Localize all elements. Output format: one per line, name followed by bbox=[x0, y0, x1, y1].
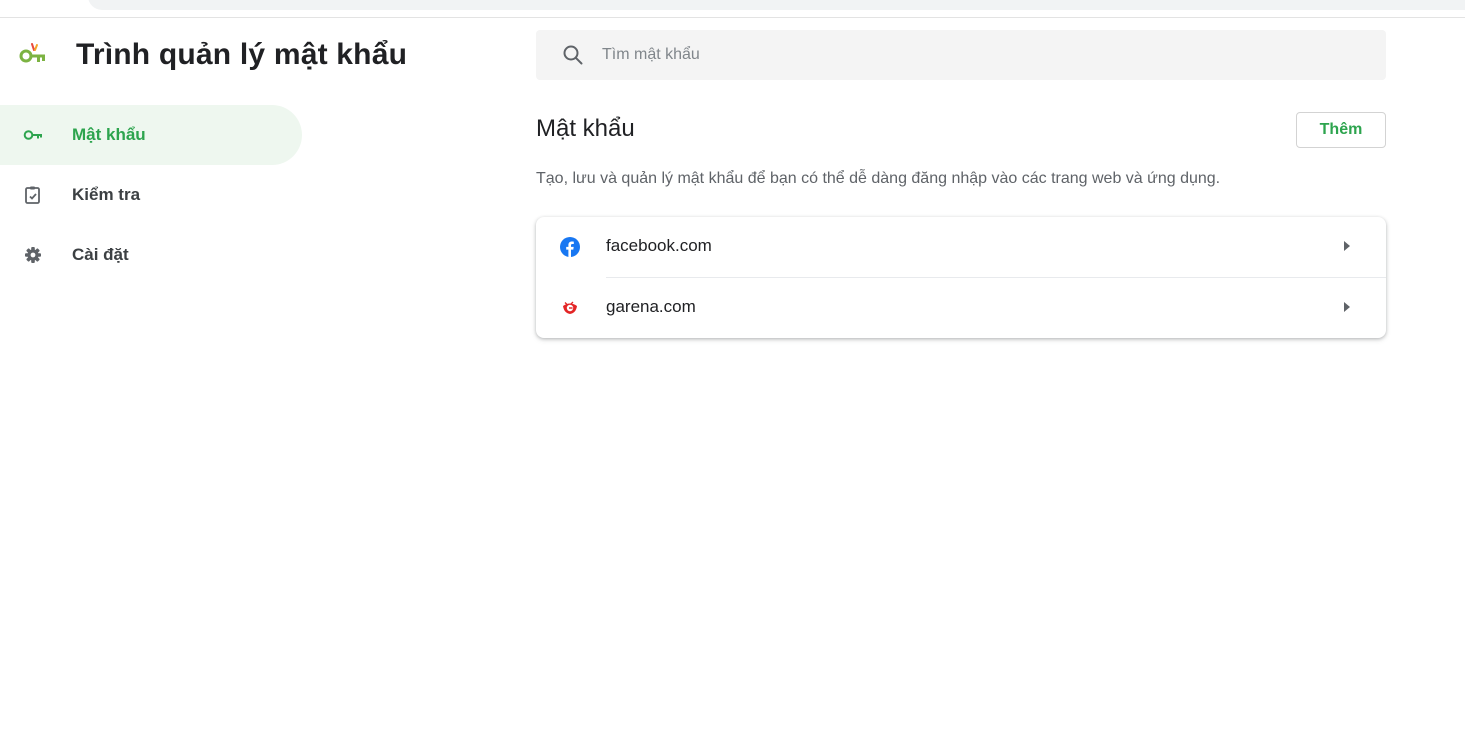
browser-top-strip bbox=[0, 0, 1465, 18]
gear-icon bbox=[25, 247, 41, 263]
add-password-button[interactable]: Thêm bbox=[1296, 112, 1386, 148]
chevron-right-icon[interactable] bbox=[1344, 241, 1350, 251]
section-title: Mật khẩu bbox=[536, 115, 635, 142]
list-item[interactable]: garena.com bbox=[563, 277, 1386, 338]
sidebar-item-label: Mật khẩu bbox=[72, 125, 146, 144]
address-bar-edge[interactable] bbox=[88, 0, 1465, 10]
sidebar-item-checkup[interactable]: Kiểm tra bbox=[0, 165, 302, 225]
chevron-right-icon[interactable] bbox=[1344, 302, 1350, 312]
site-name: garena.com bbox=[606, 297, 696, 316]
list-item[interactable]: facebook.com bbox=[536, 217, 1386, 277]
search-input[interactable] bbox=[602, 30, 1362, 80]
site-name: facebook.com bbox=[606, 236, 712, 255]
page-title: Trình quản lý mật khẩu bbox=[76, 38, 408, 71]
garena-icon bbox=[563, 301, 577, 314]
password-manager-key-icon bbox=[19, 43, 45, 63]
sidebar-item-label: Kiểm tra bbox=[72, 185, 141, 204]
search-box[interactable] bbox=[536, 30, 1386, 80]
checkup-clipboard-icon bbox=[25, 186, 40, 204]
section-description: Tạo, lưu và quản lý mật khẩu để bạn có t… bbox=[536, 170, 1221, 187]
search-icon bbox=[563, 45, 583, 65]
sidebar-item-settings[interactable]: Cài đặt bbox=[0, 225, 302, 285]
sidebar-item-passwords[interactable]: Mật khẩu bbox=[0, 105, 302, 165]
facebook-icon bbox=[560, 237, 580, 257]
sidebar-item-label: Cài đặt bbox=[72, 245, 129, 264]
app-header: Trình quản lý mật khẩu bbox=[18, 38, 407, 72]
sidebar: Mật khẩu Kiểm tra Cài đặt bbox=[0, 105, 302, 285]
password-list: facebook.com garena.com bbox=[536, 217, 1386, 338]
key-icon bbox=[23, 130, 42, 140]
